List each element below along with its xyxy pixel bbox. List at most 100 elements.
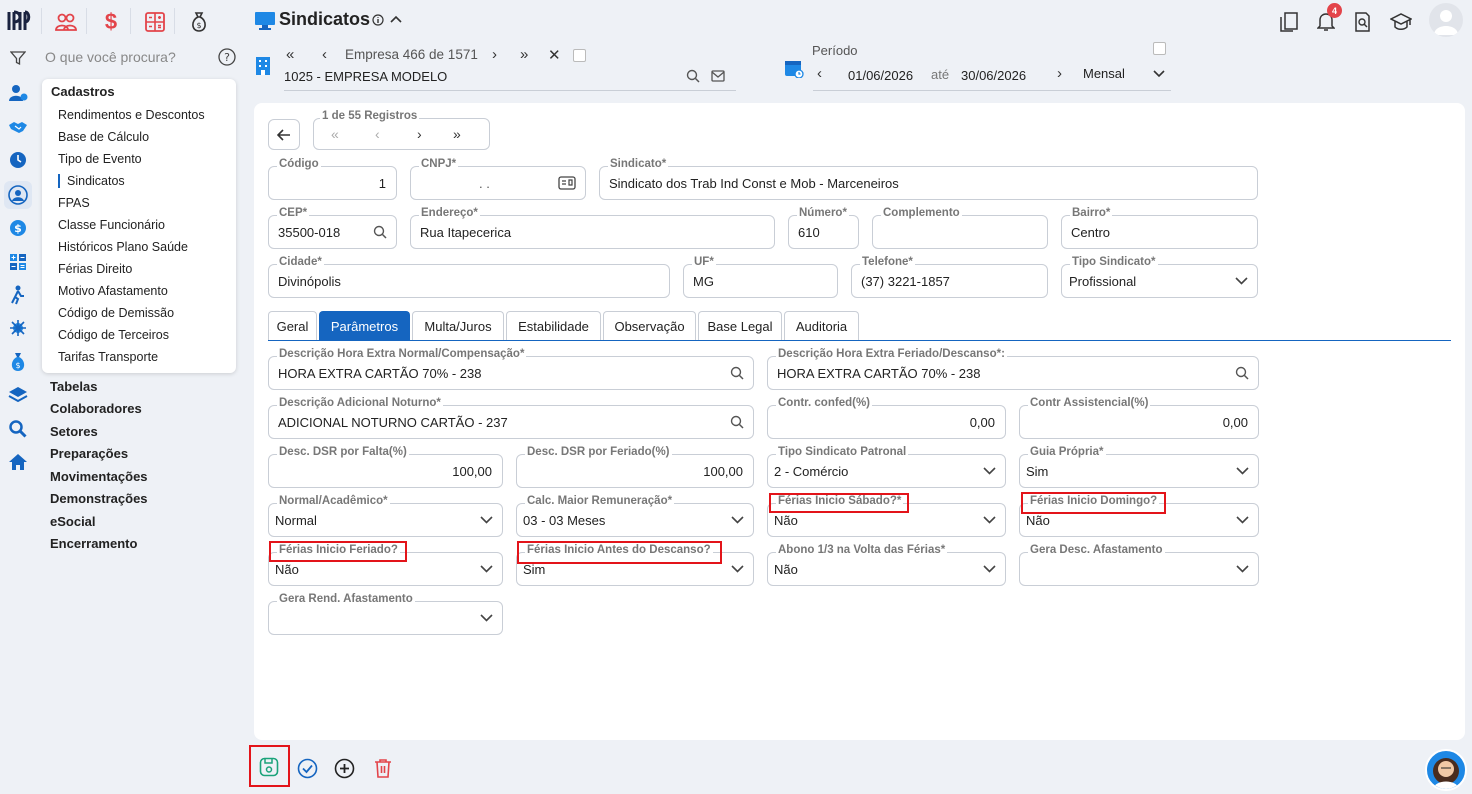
tab-parametros[interactable]: Parâmetros bbox=[319, 311, 410, 340]
submenu-item[interactable]: Classe Funcionário bbox=[58, 218, 165, 232]
add-button[interactable] bbox=[334, 758, 355, 779]
money-bag-icon[interactable]: $ bbox=[185, 8, 213, 36]
home-icon[interactable] bbox=[4, 450, 32, 474]
codigo-field[interactable]: Código 1 bbox=[268, 158, 397, 200]
menu-item[interactable]: Setores bbox=[50, 424, 98, 439]
submenu-item[interactable]: Férias Direito bbox=[58, 262, 132, 276]
guia-propria-select[interactable]: Guia Própria* Sim bbox=[1019, 446, 1259, 488]
person-walk-icon[interactable] bbox=[4, 283, 32, 307]
hora-extra-feriado-field[interactable]: Descrição Hora Extra Feriado/Descanso*: … bbox=[767, 348, 1259, 390]
tab-geral[interactable]: Geral bbox=[268, 311, 317, 340]
app-logo[interactable] bbox=[6, 8, 32, 34]
hora-extra-normal-field[interactable]: Descrição Hora Extra Normal/Compensação*… bbox=[268, 348, 754, 390]
endereco-field[interactable]: Endereço* Rua Itapecerica bbox=[410, 207, 775, 249]
tab-auditoria[interactable]: Auditoria bbox=[784, 311, 859, 340]
globe-network-icon[interactable] bbox=[4, 316, 32, 340]
telefone-field[interactable]: Telefone* (37) 3221-1857 bbox=[851, 256, 1048, 298]
search-icon[interactable] bbox=[373, 225, 387, 239]
save-button[interactable] bbox=[259, 757, 279, 777]
search-input[interactable]: O que você procura? bbox=[45, 49, 176, 65]
empresa-checkbox[interactable] bbox=[573, 49, 586, 62]
bairro-field[interactable]: Bairro* Centro bbox=[1061, 207, 1258, 249]
clock-icon[interactable] bbox=[4, 148, 32, 172]
users-icon[interactable] bbox=[4, 81, 32, 105]
menu-item[interactable]: Preparações bbox=[50, 446, 128, 461]
menu-item[interactable]: Demonstrações bbox=[50, 491, 148, 506]
first-record-button[interactable]: « bbox=[331, 126, 339, 142]
prev-empresa-button[interactable]: ‹ bbox=[322, 46, 327, 63]
graduation-cap-icon[interactable] bbox=[1387, 8, 1415, 36]
periodo-end[interactable]: 30/06/2026 bbox=[961, 68, 1026, 83]
calculator-icon[interactable] bbox=[141, 8, 169, 36]
tab-multa-juros[interactable]: Multa/Juros bbox=[412, 311, 504, 340]
tipo-patronal-select[interactable]: Tipo Sindicato Patronal 2 - Comércio bbox=[767, 446, 1006, 488]
handshake-icon[interactable] bbox=[4, 115, 32, 139]
empresa-name[interactable]: 1025 - EMPRESA MODELO bbox=[284, 69, 447, 84]
last-record-button[interactable]: » bbox=[453, 126, 461, 142]
chevron-down-icon[interactable] bbox=[1153, 70, 1165, 78]
search-icon[interactable] bbox=[730, 366, 744, 380]
menu-item[interactable]: Encerramento bbox=[50, 536, 137, 551]
search-icon[interactable] bbox=[1235, 366, 1249, 380]
search-document-icon[interactable] bbox=[1349, 8, 1377, 36]
next-periodo-button[interactable]: › bbox=[1057, 65, 1062, 82]
info-icon[interactable] bbox=[372, 14, 384, 26]
menu-item[interactable]: Tabelas bbox=[50, 379, 97, 394]
submenu-item[interactable]: Tarifas Transporte bbox=[58, 350, 158, 364]
delete-button[interactable] bbox=[374, 758, 392, 778]
people-icon[interactable] bbox=[52, 8, 80, 36]
submenu-item[interactable]: Código de Terceiros bbox=[58, 328, 169, 342]
submenu-item[interactable]: Código de Demissão bbox=[58, 306, 174, 320]
document-icon[interactable] bbox=[1275, 8, 1303, 36]
chevron-up-icon[interactable] bbox=[390, 15, 402, 23]
abono-select[interactable]: Abono 1/3 na Volta das Férias* Não bbox=[767, 544, 1006, 586]
periodo-start[interactable]: 01/06/2026 bbox=[848, 68, 913, 83]
menu-item[interactable]: Colaboradores bbox=[50, 401, 142, 416]
submenu-item[interactable]: Rendimentos e Descontos bbox=[58, 108, 205, 122]
cep-field[interactable]: CEP* 35500-018 bbox=[268, 207, 397, 249]
mail-icon[interactable] bbox=[711, 70, 725, 82]
complemento-field[interactable]: Complemento bbox=[872, 207, 1048, 249]
search-rail-icon[interactable] bbox=[4, 417, 32, 441]
layers-icon[interactable] bbox=[4, 383, 32, 407]
tab-estabilidade[interactable]: Estabilidade bbox=[506, 311, 601, 340]
uf-field[interactable]: UF* MG bbox=[683, 256, 838, 298]
prev-record-button[interactable]: ‹ bbox=[375, 126, 380, 142]
back-button[interactable] bbox=[268, 119, 300, 150]
gera-rend-afastamento-select[interactable]: Gera Rend. Afastamento bbox=[268, 593, 503, 635]
id-card-icon[interactable] bbox=[558, 176, 576, 190]
assistant-avatar[interactable] bbox=[1425, 749, 1467, 791]
tab-observacao[interactable]: Observação bbox=[603, 311, 696, 340]
submenu-title[interactable]: Cadastros bbox=[51, 84, 115, 99]
prev-periodo-button[interactable]: ‹ bbox=[817, 65, 822, 82]
next-record-button[interactable]: › bbox=[417, 126, 422, 142]
dollar-icon[interactable]: $ bbox=[97, 8, 125, 36]
next-empresa-button[interactable]: › bbox=[492, 46, 497, 63]
submenu-item[interactable]: FPAS bbox=[58, 196, 90, 210]
filter-icon[interactable] bbox=[10, 50, 26, 66]
user-avatar[interactable] bbox=[1429, 3, 1463, 37]
dsr-falta-field[interactable]: Desc. DSR por Falta(%) 100,00 bbox=[268, 446, 503, 488]
normal-academico-select[interactable]: Normal/Acadêmico* Normal bbox=[268, 495, 503, 537]
contr-confed-field[interactable]: Contr. confed(%) 0,00 bbox=[767, 397, 1006, 439]
money-bag-rail-icon[interactable]: $ bbox=[4, 350, 32, 374]
gera-desc-afastamento-select[interactable]: Gera Desc. Afastamento bbox=[1019, 544, 1259, 586]
sindicato-field[interactable]: Sindicato* Sindicato dos Trab Ind Const … bbox=[599, 158, 1258, 200]
tab-base-legal[interactable]: Base Legal bbox=[698, 311, 782, 340]
help-icon[interactable]: ? bbox=[218, 48, 236, 66]
cidade-field[interactable]: Cidade* Divinópolis bbox=[268, 256, 670, 298]
submenu-item[interactable]: Históricos Plano Saúde bbox=[58, 240, 188, 254]
last-empresa-button[interactable]: » bbox=[520, 46, 528, 63]
adicional-noturno-field[interactable]: Descrição Adicional Noturno* ADICIONAL N… bbox=[268, 397, 754, 439]
calc-maior-select[interactable]: Calc. Maior Remuneração* 03 - 03 Meses bbox=[516, 495, 754, 537]
confirm-button[interactable] bbox=[297, 758, 318, 779]
submenu-item[interactable]: Base de Cálculo bbox=[58, 130, 149, 144]
cnpj-field[interactable]: CNPJ* . . bbox=[410, 158, 586, 200]
collaborators-icon[interactable] bbox=[4, 181, 32, 209]
periodo-checkbox[interactable] bbox=[1153, 42, 1166, 55]
submenu-item[interactable]: Tipo de Evento bbox=[58, 152, 142, 166]
menu-item[interactable]: Movimentações bbox=[50, 469, 148, 484]
numero-field[interactable]: Número* 610 bbox=[788, 207, 859, 249]
contr-assistencial-field[interactable]: Contr Assistencial(%) 0,00 bbox=[1019, 397, 1259, 439]
submenu-item-selected[interactable]: Sindicatos bbox=[58, 174, 125, 188]
